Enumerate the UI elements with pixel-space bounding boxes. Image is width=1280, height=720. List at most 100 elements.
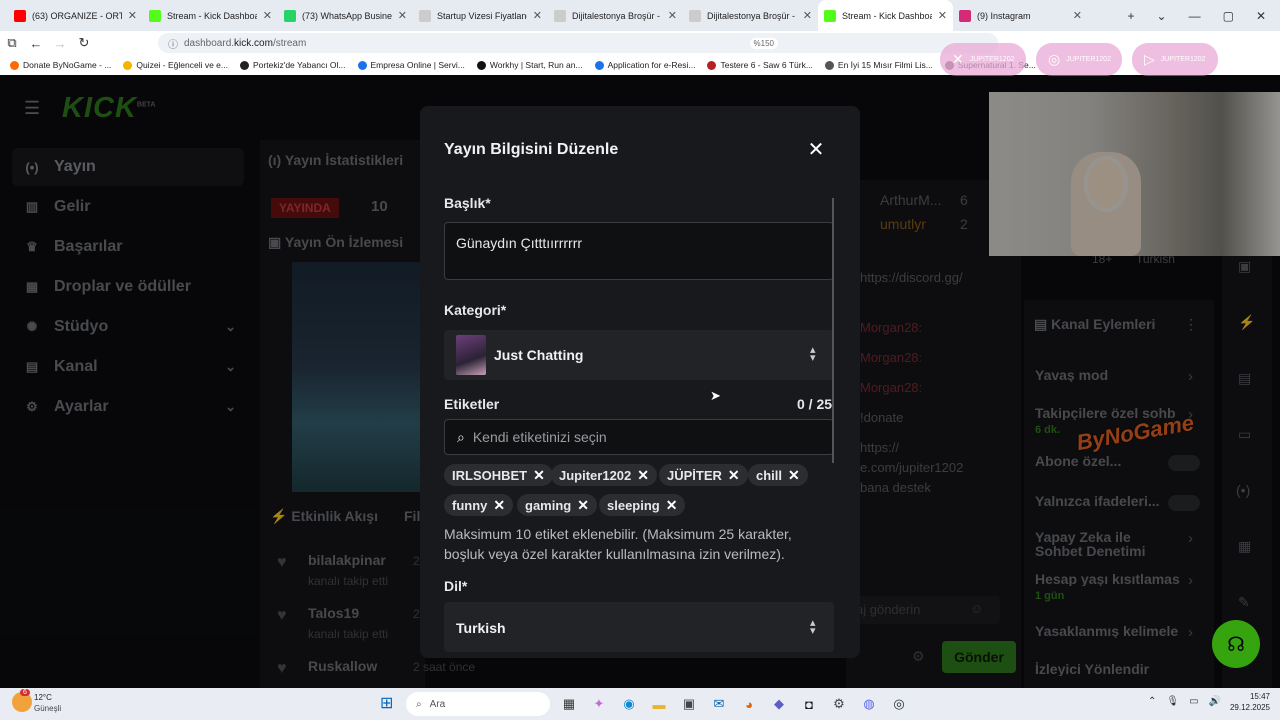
mic-icon[interactable]: 🎙 [1166,696,1179,707]
remove-tag-icon[interactable]: ✕ [493,497,505,514]
remove-tag-icon[interactable]: ✕ [788,467,800,484]
volume-icon[interactable]: 🔊 [1209,696,1221,707]
tab-title: Dijitalestonya Broşür - Dijitalest [572,10,662,21]
store-icon[interactable]: ▣ [678,693,700,715]
bookmark-item[interactable]: Donate ByNoGame - ... [10,60,111,70]
language-arrows-icon: ▴ ▾ [810,617,816,637]
clock[interactable]: 15:47 29.12.2025 [1226,692,1270,712]
tags-input[interactable]: ⌕ Kendi etiketinizi seçin [444,419,834,455]
taskbar-search[interactable]: ⌕ Ara [406,692,550,716]
weather-text: Güneşli [34,704,62,713]
tag-chip: chill ✕ [748,464,808,486]
remove-tag-icon[interactable]: ✕ [666,497,678,514]
maximize-icon[interactable]: ▢ [1223,9,1234,23]
bookmark-label: Testere 6 - Saw 6 Türk... [720,60,813,70]
remove-tag-icon[interactable]: ✕ [577,497,589,514]
modal-scrollbar[interactable] [832,198,834,463]
copilot-icon[interactable]: ✦ [588,693,610,715]
forward-icon[interactable]: → [48,36,72,51]
network-icon[interactable]: ▭ [1189,696,1198,707]
tab-close-icon[interactable]: ✕ [803,9,812,22]
bookmark-item[interactable]: Empresa Online | Servi... [357,60,465,70]
browser-tab[interactable]: Dijitalestonya Broşür - Dijitalest ✕ [683,0,818,31]
social-pill: ▷ JUPITER1202 [1132,43,1218,76]
bookmark-label: Portekiz'de Yabancı Ol... [253,60,346,70]
social-icon: ✕ [952,51,964,67]
browser-tab[interactable]: (9) Instagram ✕ [953,0,1088,31]
tab-close-icon[interactable]: ✕ [398,9,407,22]
tab-close-icon[interactable]: ✕ [533,9,542,22]
tab-close-icon[interactable]: ✕ [263,9,272,22]
title-input[interactable]: Günaydın Çıtttıırrrrrr [444,222,834,280]
back-icon[interactable]: ← [24,36,48,51]
bookmark-favicon-icon [476,60,486,70]
explorer-icon[interactable]: ▬ [648,693,670,715]
zoom-badge[interactable]: %150 [749,37,778,49]
new-tab-icon[interactable]: + [1128,9,1135,23]
edge-icon[interactable]: ◉ [618,693,640,715]
bookmark-favicon-icon [123,60,133,70]
taskbar-apps: ▦ ✦ ◉ ▬ ▣ ✉ ◕ ◆ ◘ ⚙ ◍ ◎ [558,693,910,715]
browser-tab[interactable]: Stream - Kick Dashboard ✕ [143,0,278,31]
tab-close-icon[interactable]: ✕ [938,9,947,22]
settings-app-icon[interactable]: ⚙ [828,693,850,715]
category-label: Kategori* [444,302,507,318]
tab-close-icon[interactable]: ✕ [1073,9,1082,22]
taskbar-search-placeholder: Ara [429,698,446,710]
clock-date: 29.12.2025 [1229,703,1270,712]
select-arrows-icon: ▴ ▾ [810,344,816,364]
edit-stream-modal [420,106,860,658]
language-value: Turkish [456,620,506,636]
bookmark-item[interactable]: Workhy | Start, Run an... [476,60,583,70]
window-controls: + ⌄ — ▢ ✕ [1128,0,1280,31]
firefox-icon[interactable]: ◕ [738,693,760,715]
tab-close-icon[interactable]: ✕ [668,9,677,22]
discord-icon[interactable]: ◍ [858,693,880,715]
social-handle: JUPITER1202 [1066,56,1111,63]
tag-chip: JÜPİTER ✕ [659,464,748,486]
browser-tab[interactable]: Startup Vizesi Fiyatlandırma - S ✕ [413,0,548,31]
outlook-icon[interactable]: ✉ [708,693,730,715]
bookmark-favicon-icon [594,60,604,70]
remove-tag-icon[interactable]: ✕ [533,467,545,484]
bookmark-item[interactable]: Application for e-Resi... [594,60,696,70]
bookmark-item[interactable]: En İyi 15 Mısır Filmi Lis... [824,60,933,70]
url-domain: kick.com [234,37,273,49]
bookmark-label: Application for e-Resi... [607,60,696,70]
bookmark-item[interactable]: Portekiz'de Yabancı Ol... [240,60,346,70]
tag-chip-label: JÜPİTER [667,467,722,483]
system-tray: ⌃ 🎙 ▭ 🔊 [1148,696,1221,707]
teams-icon[interactable]: ◆ [768,693,790,715]
remove-tag-icon[interactable]: ✕ [637,467,649,484]
tag-chip: Jupiter1202 ✕ [551,464,657,486]
steam-icon[interactable]: ◎ [888,693,910,715]
tab-list-icon[interactable]: ⌄ [1157,9,1167,23]
social-icon: ▷ [1144,51,1155,67]
tab-title: Startup Vizesi Fiyatlandırma - S [437,10,527,21]
remove-tag-icon[interactable]: ✕ [728,467,740,484]
tab-close-icon[interactable]: ✕ [128,9,137,22]
weather-temp: 12°C [34,693,52,702]
start-icon[interactable]: ⊞ [380,693,393,713]
close-window-icon[interactable]: ✕ [1256,9,1266,23]
camera-app-icon[interactable]: ◘ [798,693,820,715]
weather-badge: 6 [20,689,30,696]
minimize-icon[interactable]: — [1189,9,1201,23]
bookmark-item[interactable]: Testere 6 - Saw 6 Türk... [707,60,813,70]
url-field[interactable]: ⓘ dashboard. kick.com/stream %150 [158,33,998,53]
tab-favicon-icon [419,9,431,22]
browser-tab[interactable]: Dijitalestonya Broşür - Dijitalest ✕ [548,0,683,31]
browser-tab[interactable]: (73) WhatsApp Business ✕ [278,0,413,31]
bookmark-label: Donate ByNoGame - ... [23,60,112,70]
tag-chip-label: chill [756,467,783,483]
tab-actions-icon[interactable]: ⧉ [0,35,24,51]
browser-tab[interactable]: Stream - Kick Dashboard ✕ [818,0,953,31]
close-icon[interactable]: ✕ [804,138,828,162]
bookmark-item[interactable]: Quizei - Eğlenceli ve e... [123,60,228,70]
site-info-icon[interactable]: ⓘ [168,36,178,51]
reload-icon[interactable]: ↻ [72,35,96,51]
tray-chevron-icon[interactable]: ⌃ [1148,696,1156,707]
title-label: Başlık* [444,195,491,211]
browser-tab[interactable]: (63) ORGANIZE - ORTAM [✕ [8,0,143,31]
file-manager-icon[interactable]: ▦ [558,693,580,715]
